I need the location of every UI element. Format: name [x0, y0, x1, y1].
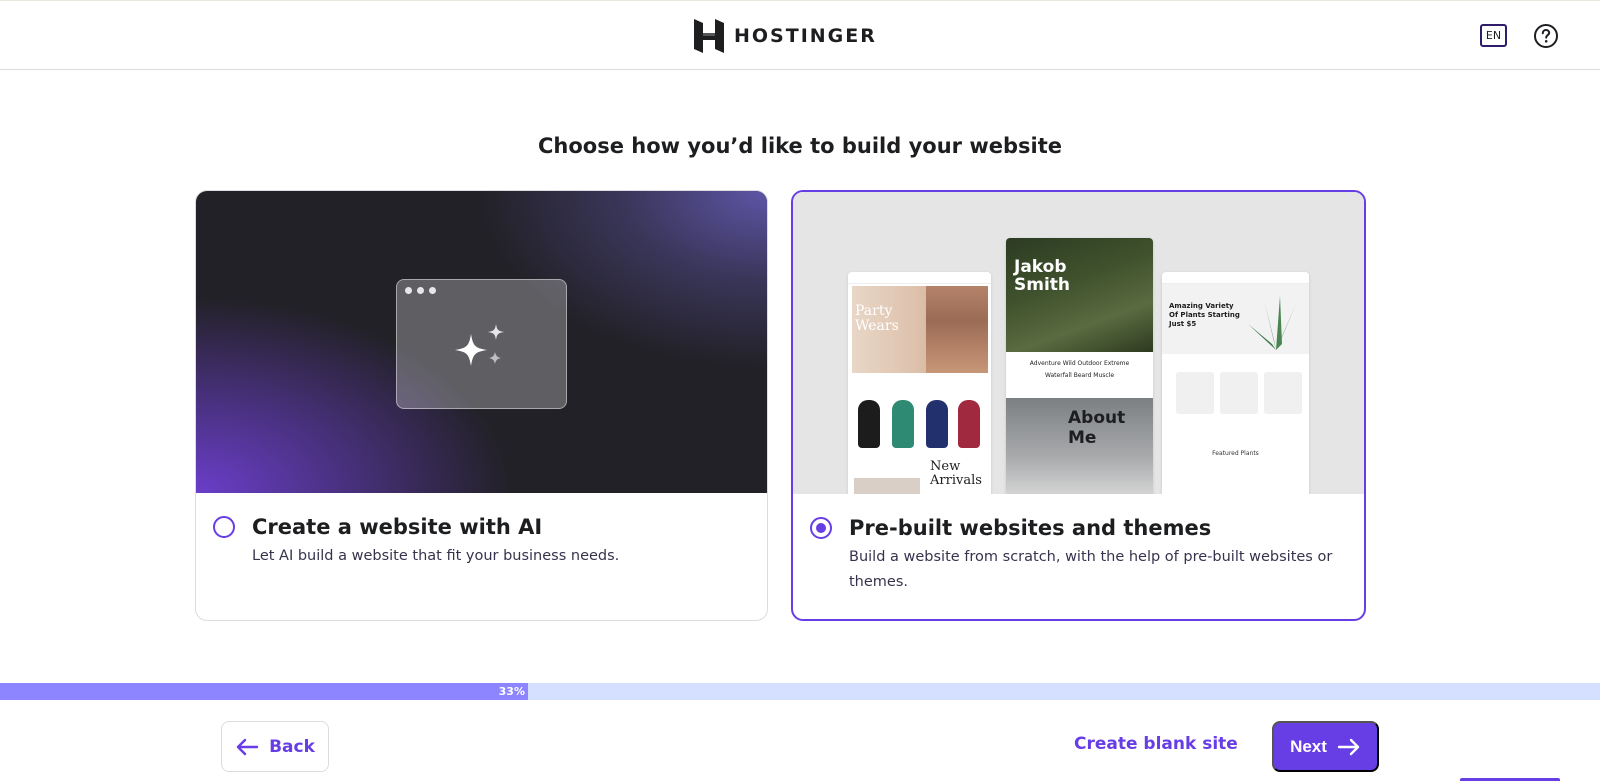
progress-bar: 33% — [0, 683, 1600, 700]
option-card-themes[interactable]: Party Wears New Arrivals Jakob Smith Adv… — [791, 190, 1366, 621]
ai-browser-window — [396, 279, 567, 409]
hostinger-logo[interactable]: HOSTINGER — [694, 19, 877, 53]
option-title-ai: Create a website with AI — [252, 515, 543, 539]
jakob-tags-row1: Adventure Wild Outdoor Extreme — [1029, 360, 1130, 367]
featured-plants: Featured Plants — [1212, 450, 1259, 457]
arrow-right-icon — [1337, 738, 1360, 755]
brand-name: HOSTINGER — [734, 25, 877, 47]
about-title: About Me — [1068, 408, 1126, 448]
hostinger-logo-icon — [694, 19, 724, 53]
theme-preview-party: Party Wears New Arrivals — [848, 272, 991, 494]
window-dots — [405, 287, 436, 294]
next-label: Next — [1290, 736, 1327, 756]
jakob-tags-row2: Waterfall Beard Muscle — [1044, 372, 1115, 379]
option-desc-ai: Let AI build a website that fit your bus… — [252, 548, 620, 564]
theme-preview-jakob: Jakob Smith Adventure Wild Outdoor Extre… — [1006, 238, 1153, 494]
option-card-ai[interactable]: Create a website with AI Let AI build a … — [195, 190, 768, 621]
progress-fill: 33% — [0, 683, 528, 700]
radio-ai[interactable] — [213, 516, 235, 538]
page-title: Choose how you’d like to build your webs… — [538, 134, 1062, 158]
plants-title: Amazing Variety Of Plants Starting Just … — [1169, 302, 1240, 328]
help-icon[interactable] — [1533, 23, 1559, 49]
progress-label: 33% — [498, 685, 525, 698]
themes-preview: Party Wears New Arrivals Jakob Smith Adv… — [793, 192, 1364, 494]
party-title: Party Wears — [855, 303, 899, 334]
theme-preview-plants: Amazing Variety Of Plants Starting Just … — [1162, 272, 1309, 494]
language-button[interactable]: EN — [1480, 24, 1507, 47]
create-blank-site-link[interactable]: Create blank site — [1074, 734, 1238, 754]
option-desc-themes: Build a website from scratch, with the h… — [849, 549, 1333, 590]
sparkle-icon — [455, 324, 504, 366]
model-photo — [926, 286, 988, 373]
ai-illustration — [196, 191, 767, 493]
next-button[interactable]: Next — [1272, 721, 1379, 772]
agave-plant-icon — [1248, 296, 1306, 350]
new-arrivals: New Arrivals — [930, 459, 982, 488]
arrow-left-icon — [236, 738, 259, 755]
radio-themes[interactable] — [810, 517, 832, 539]
back-button[interactable]: Back — [221, 721, 329, 772]
top-bar: HOSTINGER EN — [0, 0, 1600, 70]
jakob-title: Jakob Smith — [1014, 257, 1071, 295]
back-label: Back — [269, 736, 315, 757]
option-title-themes: Pre-built websites and themes — [849, 516, 1212, 540]
